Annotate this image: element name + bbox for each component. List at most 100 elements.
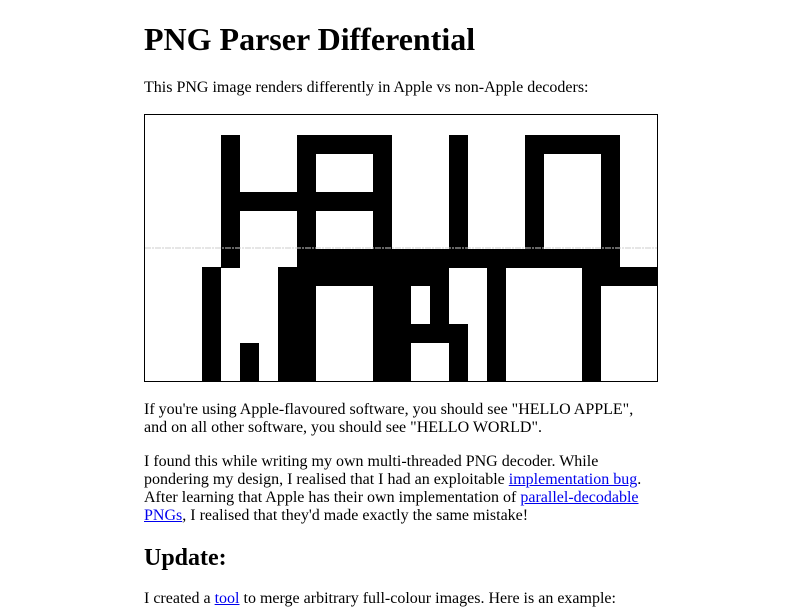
- glyph-pixel-d: [582, 267, 601, 286]
- implementation-bug-link[interactable]: implementation bug: [509, 471, 637, 488]
- glyph-pixel-o: [373, 267, 392, 286]
- glyph-pixel-l: [430, 249, 449, 268]
- glyph-pixel-r: [430, 267, 449, 286]
- glyph-pixel-w: [240, 362, 259, 381]
- glyph-pixel-o: [601, 211, 620, 230]
- glyph-pixel-l: [487, 249, 506, 268]
- paragraph-update: I created a tool to merge arbitrary full…: [144, 590, 658, 608]
- glyph-pixel-o: [544, 249, 563, 268]
- glyph-pixel-r: [392, 362, 411, 381]
- glyph-pixel-l: [487, 267, 506, 286]
- glyph-pixel-o: [373, 286, 392, 305]
- glyph-pixel-r: [449, 362, 468, 381]
- paragraph-update-text-2: to merge arbitrary full-colour images. H…: [239, 590, 616, 607]
- glyph-pixel-o: [601, 173, 620, 192]
- glyph-pixel-e: [297, 135, 316, 154]
- glyph-pixel-o: [525, 192, 544, 211]
- glyph-pixel-o: [601, 154, 620, 173]
- glyph-pixel-e: [354, 135, 373, 154]
- glyph-pixel-o: [525, 154, 544, 173]
- glyph-pixel-l: [373, 173, 392, 192]
- glyph-pixel-l: [449, 192, 468, 211]
- png-differential-image: [144, 114, 658, 382]
- glyph-pixel-l: [373, 249, 392, 268]
- glyph-pixel-w: [278, 362, 297, 381]
- glyph-pixel-l: [487, 305, 506, 324]
- glyph-pixel-w: [278, 343, 297, 362]
- glyph-pixel-l: [373, 211, 392, 230]
- glyph-pixel-w: [202, 324, 221, 343]
- glyph-pixel-l: [373, 135, 392, 154]
- glyph-pixel-l: [506, 249, 525, 268]
- glyph-pixel-r: [392, 305, 411, 324]
- glyph-pixel-l: [373, 192, 392, 211]
- glyph-pixel-r: [449, 343, 468, 362]
- glyph-pixel-o: [297, 305, 316, 324]
- glyph-pixel-o: [601, 135, 620, 154]
- glyph-pixel-e: [316, 249, 335, 268]
- glyph-pixel-l: [487, 324, 506, 343]
- update-heading: Update:: [144, 545, 227, 571]
- glyph-pixel-l: [487, 343, 506, 362]
- glyph-pixel-w: [278, 286, 297, 305]
- glyph-pixel-l: [449, 173, 468, 192]
- glyph-pixel-l: [373, 154, 392, 173]
- glyph-pixel-h: [259, 192, 278, 211]
- glyph-pixel-r: [392, 343, 411, 362]
- paragraph-update-text-1: I created a: [144, 590, 215, 607]
- glyph-pixel-o: [525, 230, 544, 249]
- glyph-pixel-o: [525, 135, 544, 154]
- tool-link[interactable]: tool: [215, 590, 240, 607]
- glyph-pixel-w: [278, 267, 297, 286]
- glyph-pixel-r: [392, 286, 411, 305]
- glyph-pixel-w: [202, 267, 221, 286]
- glyph-pixel-e: [316, 135, 335, 154]
- glyph-pixel-o: [563, 135, 582, 154]
- glyph-pixel-l: [487, 286, 506, 305]
- glyph-pixel-o: [297, 324, 316, 343]
- glyph-pixel-r: [430, 324, 449, 343]
- glyph-pixel-e: [354, 249, 373, 268]
- glyph-pixel-e: [354, 192, 373, 211]
- glyph-pixel-w: [278, 305, 297, 324]
- glyph-pixel-r: [411, 267, 430, 286]
- glyph-pixel-d: [582, 343, 601, 362]
- glyph-pixel-e: [297, 230, 316, 249]
- glyph-pixel-o: [297, 362, 316, 381]
- glyph-pixel-e: [297, 249, 316, 268]
- glyph-pixel-r: [430, 305, 449, 324]
- glyph-pixel-o: [335, 267, 354, 286]
- intro-text: This PNG image renders differently in Ap…: [144, 79, 589, 96]
- glyph-pixel-h: [221, 173, 240, 192]
- glyph-pixel-e: [297, 192, 316, 211]
- glyph-pixel-d: [582, 324, 601, 343]
- glyph-pixel-e: [297, 154, 316, 173]
- glyph-pixel-e: [335, 135, 354, 154]
- glyph-pixel-e: [335, 249, 354, 268]
- glyph-pixel-o: [354, 267, 373, 286]
- glyph-pixel-o: [373, 362, 392, 381]
- glyph-pixel-o: [297, 286, 316, 305]
- glyph-pixel-d: [639, 267, 657, 286]
- glyph-pixel-d: [582, 286, 601, 305]
- glyph-pixel-o: [601, 230, 620, 249]
- glyph-pixel-o: [525, 173, 544, 192]
- glyph-pixel-e: [297, 173, 316, 192]
- glyph-pixel-h: [221, 249, 240, 268]
- glyph-pixel-w: [278, 324, 297, 343]
- glyph-pixel-d: [601, 267, 620, 286]
- glyph-pixel-l: [411, 249, 430, 268]
- glyph-pixel-r: [392, 324, 411, 343]
- glyph-pixel-d: [582, 362, 601, 381]
- glyph-pixel-o: [582, 249, 601, 268]
- glyph-pixel-h: [278, 192, 297, 211]
- glyph-pixel-l: [449, 154, 468, 173]
- glyph-pixel-r: [411, 324, 430, 343]
- paragraph-explanation: If you're using Apple-flavoured software…: [144, 401, 634, 436]
- glyph-pixel-w: [202, 286, 221, 305]
- glyph-pixel-o: [601, 192, 620, 211]
- glyph-pixel-r: [449, 324, 468, 343]
- glyph-pixel-l: [487, 362, 506, 381]
- glyph-pixel-l: [449, 211, 468, 230]
- glyph-pixel-h: [240, 192, 259, 211]
